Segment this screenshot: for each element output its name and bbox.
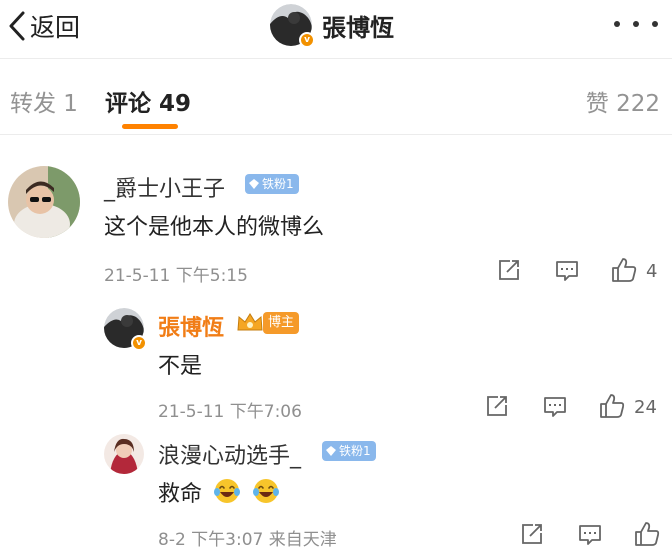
- comment-time: 21-5-11 下午7:06: [158, 402, 302, 422]
- laughing-crying-emoji: [214, 479, 241, 503]
- like-icon[interactable]: [633, 520, 661, 548]
- like-count: 24: [634, 397, 657, 418]
- comment-time: 21-5-11 下午5:15: [104, 266, 248, 286]
- back-button[interactable]: 返回: [8, 8, 80, 44]
- tab-likes[interactable]: 赞 222: [586, 84, 660, 118]
- more-options-button[interactable]: [614, 14, 658, 34]
- tab-bar: 转发 1 评论 49 赞 222: [0, 60, 672, 134]
- comment-username[interactable]: 張博恆: [158, 310, 224, 342]
- repost-icon[interactable]: [520, 522, 544, 546]
- reply-icon[interactable]: [543, 395, 567, 419]
- verified-v-icon: v: [131, 335, 147, 351]
- diamond-icon: [249, 179, 259, 189]
- repost-icon[interactable]: [497, 258, 521, 282]
- tab-comments[interactable]: 评论 49: [105, 84, 191, 118]
- fan-badge: 铁粉1: [245, 174, 299, 194]
- reply-icon[interactable]: [578, 523, 602, 547]
- comment-text: 不是: [158, 354, 203, 379]
- verified-v-icon: v: [299, 32, 315, 48]
- comment-time: 8-2 下午3:07 来自天津: [158, 530, 337, 550]
- chevron-left-icon: [9, 11, 25, 41]
- like-icon[interactable]: [598, 392, 626, 420]
- avatar[interactable]: v: [104, 308, 147, 351]
- comment-text: 这个是他本人的微博么: [104, 215, 325, 240]
- header-divider: [0, 58, 672, 59]
- like-count: 4: [646, 261, 658, 282]
- tabs-divider: [0, 134, 672, 135]
- profile-header[interactable]: v 張博恆: [270, 3, 394, 48]
- like-icon[interactable]: [610, 256, 638, 284]
- avatar[interactable]: [8, 166, 80, 238]
- crown-icon: [237, 313, 263, 331]
- top-bar: 返回 v 張博恆: [0, 0, 672, 58]
- back-label: 返回: [30, 13, 81, 42]
- comment-username[interactable]: _爵士小王子: [104, 171, 225, 203]
- active-tab-indicator: [122, 124, 178, 129]
- comment-username[interactable]: 浪漫心动选手_: [158, 438, 301, 470]
- more-dots-icon: [614, 21, 620, 27]
- laughing-crying-emoji: [253, 479, 280, 503]
- fan-badge: 铁粉1: [322, 441, 376, 461]
- repost-icon[interactable]: [485, 394, 509, 418]
- header-title: 張博恆: [322, 13, 394, 42]
- header-avatar[interactable]: v: [270, 4, 315, 48]
- avatar[interactable]: [104, 434, 144, 474]
- comment-text-row: 救命: [158, 476, 280, 508]
- reply-icon[interactable]: [555, 259, 579, 283]
- tab-repost[interactable]: 转发 1: [10, 84, 78, 118]
- diamond-icon: [326, 446, 336, 456]
- comment-text: 救命: [158, 482, 203, 507]
- author-badge: 博主: [263, 312, 300, 334]
